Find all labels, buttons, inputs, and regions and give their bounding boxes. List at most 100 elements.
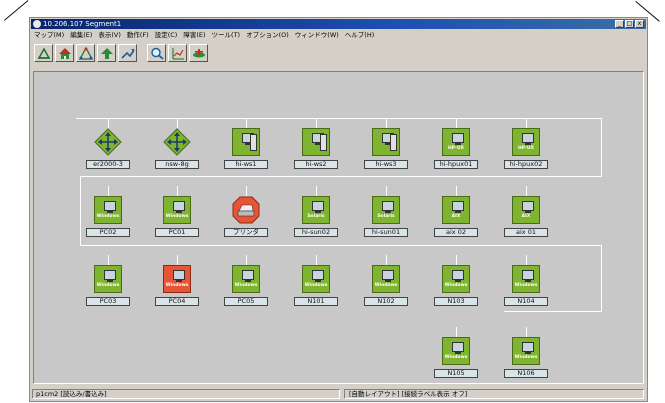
computer-icon: Windows bbox=[442, 337, 470, 365]
move-button[interactable] bbox=[118, 44, 137, 62]
os-brand-label: Windows bbox=[96, 283, 120, 288]
computer-icon: Solaris bbox=[302, 196, 330, 224]
computer-icon bbox=[302, 128, 330, 156]
bus-connector bbox=[526, 118, 527, 128]
menu-help[interactable]: ヘルプ(H) bbox=[345, 30, 374, 40]
bus-connector bbox=[108, 118, 109, 128]
os-brand-label: Solaris bbox=[307, 214, 325, 219]
computer-icon: Windows bbox=[94, 196, 122, 224]
menu-view[interactable]: 表示(V) bbox=[98, 30, 121, 40]
network-node[interactable]: Windows PC01 bbox=[147, 186, 207, 246]
network-node[interactable]: Windows N102 bbox=[356, 255, 416, 315]
computer-icon: Windows bbox=[302, 265, 330, 293]
title-bar[interactable]: 10.206.107 Segment1 _ □ x bbox=[31, 19, 646, 29]
os-brand-label: HP-UX bbox=[518, 146, 534, 151]
menu-options[interactable]: オプション(O) bbox=[246, 30, 289, 40]
network-button[interactable] bbox=[76, 44, 95, 62]
network-node[interactable]: Windows PC05 bbox=[216, 255, 276, 315]
close-button[interactable]: x bbox=[635, 20, 644, 28]
network-node[interactable]: Windows N105 bbox=[426, 327, 486, 383]
network-node[interactable]: HP-UX hi-hpux01 bbox=[426, 118, 486, 178]
maximize-button[interactable]: □ bbox=[625, 20, 634, 28]
node-label: aix 01 bbox=[504, 228, 548, 237]
network-node[interactable]: AIX aix 01 bbox=[496, 186, 556, 246]
menu-fault[interactable]: 障害(E) bbox=[183, 30, 205, 40]
network-node[interactable]: Windows N106 bbox=[496, 327, 556, 383]
menu-action[interactable]: 動作(F) bbox=[127, 30, 149, 40]
bus-connector bbox=[316, 186, 317, 196]
node-label: PC04 bbox=[155, 297, 199, 306]
home-icon bbox=[58, 47, 71, 59]
up-arrow-button[interactable] bbox=[97, 44, 116, 62]
node-label: N104 bbox=[504, 297, 548, 306]
os-brand-label: AIX bbox=[451, 214, 461, 219]
os-brand-label: Windows bbox=[514, 355, 538, 360]
node-label: hi-sun02 bbox=[294, 228, 338, 237]
network-node[interactable]: Solaris hi-sun01 bbox=[356, 186, 416, 246]
node-label: N102 bbox=[364, 297, 408, 306]
network-node[interactable]: Windows PC03 bbox=[78, 255, 138, 315]
node-label: hi-hpux02 bbox=[504, 160, 548, 169]
menu-tools[interactable]: ツール(T) bbox=[212, 30, 241, 40]
menu-settings[interactable]: 設定(C) bbox=[155, 30, 178, 40]
network-node[interactable]: プリンタ bbox=[216, 186, 276, 246]
bus-connector bbox=[386, 118, 387, 128]
node-label: プリンタ bbox=[224, 228, 268, 237]
bus-connector bbox=[456, 327, 457, 337]
search-button[interactable] bbox=[147, 44, 166, 62]
computer-alert-icon: Windows bbox=[163, 265, 191, 293]
network-node[interactable]: AIX aix 02 bbox=[426, 186, 486, 246]
status-left: p1cm2 [読込み/書込み] bbox=[32, 389, 340, 399]
bus-connector bbox=[316, 255, 317, 265]
computer-icon: Windows bbox=[232, 265, 260, 293]
toolbar bbox=[34, 44, 208, 63]
status-bar: p1cm2 [読込み/書込み] [自動レイアウト] [接続ラベル表示 オフ] bbox=[31, 388, 646, 400]
switch-icon bbox=[163, 128, 191, 156]
node-label: hi-ws2 bbox=[294, 160, 338, 169]
bus-connector bbox=[246, 118, 247, 128]
up-arrow-icon bbox=[100, 47, 113, 59]
chart-button[interactable] bbox=[168, 44, 187, 62]
menu-map[interactable]: マップ(M) bbox=[34, 30, 64, 40]
map-up-icon bbox=[37, 47, 50, 59]
computer-icon: AIX bbox=[442, 196, 470, 224]
menu-window[interactable]: ウィンドウ(W) bbox=[295, 30, 339, 40]
node-label: hi-ws3 bbox=[364, 160, 408, 169]
bus-connector bbox=[177, 255, 178, 265]
home-button[interactable] bbox=[55, 44, 74, 62]
network-node[interactable]: Windows N101 bbox=[286, 255, 346, 315]
device-button[interactable] bbox=[189, 44, 208, 62]
network-node[interactable]: er2000-3 bbox=[78, 118, 138, 178]
computer-icon: Windows bbox=[442, 265, 470, 293]
computer-icon bbox=[372, 128, 400, 156]
computer-icon: HP-UX bbox=[442, 128, 470, 156]
menu-edit[interactable]: 編集(E) bbox=[70, 30, 92, 40]
network-node[interactable]: Windows PC02 bbox=[78, 186, 138, 246]
window-title: 10.206.107 Segment1 bbox=[43, 20, 122, 28]
network-node[interactable]: Windows N104 bbox=[496, 255, 556, 315]
printer-icon bbox=[232, 196, 260, 224]
network-node[interactable]: nsw-8g bbox=[147, 118, 207, 178]
network-node[interactable]: hi-ws2 bbox=[286, 118, 346, 178]
search-icon bbox=[150, 47, 164, 60]
decorative-line-left bbox=[4, 0, 29, 21]
network-node[interactable]: Solaris hi-sun02 bbox=[286, 186, 346, 246]
switch-icon bbox=[94, 128, 122, 156]
network-map-canvas[interactable]: er2000-3 nsw-8g hi-ws1 hi-ws2 hi-ws3 HP-UX hi-… bbox=[33, 71, 644, 384]
map-up-button[interactable] bbox=[34, 44, 53, 62]
network-node[interactable]: HP-UX hi-hpux02 bbox=[496, 118, 556, 178]
bus-connector bbox=[456, 255, 457, 265]
move-icon bbox=[120, 48, 135, 59]
network-node[interactable]: Windows N103 bbox=[426, 255, 486, 315]
bus-connector bbox=[246, 186, 247, 196]
computer-icon: Windows bbox=[512, 337, 540, 365]
network-node[interactable]: hi-ws3 bbox=[356, 118, 416, 178]
node-label: hi-sun01 bbox=[364, 228, 408, 237]
minimize-button[interactable]: _ bbox=[615, 20, 624, 28]
os-brand-label: Windows bbox=[165, 283, 189, 288]
bus-connector bbox=[456, 186, 457, 196]
bus-connector bbox=[316, 118, 317, 128]
network-node[interactable]: Windows PC04 bbox=[147, 255, 207, 315]
network-node[interactable]: hi-ws1 bbox=[216, 118, 276, 178]
os-brand-label: Windows bbox=[304, 283, 328, 288]
